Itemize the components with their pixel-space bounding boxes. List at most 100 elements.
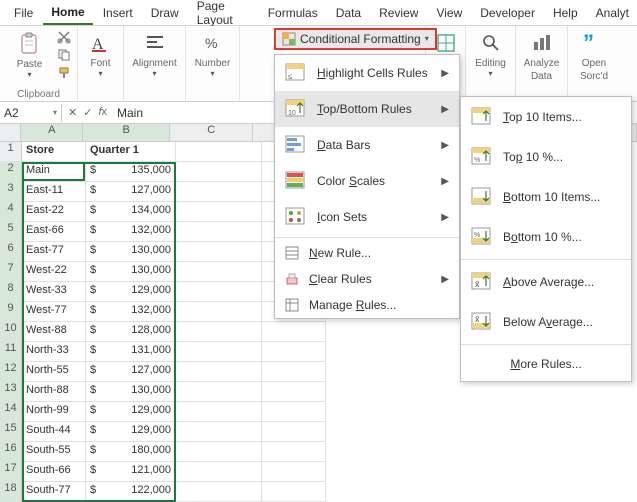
cell[interactable]: $127,000: [86, 362, 176, 382]
cell[interactable]: $132,000: [86, 302, 176, 322]
row-header[interactable]: 13: [0, 382, 22, 402]
tab-review[interactable]: Review: [371, 2, 426, 24]
tab-draw[interactable]: Draw: [143, 2, 187, 24]
cell[interactable]: [176, 442, 262, 462]
col-header-a[interactable]: A: [21, 124, 83, 141]
row-header[interactable]: 11: [0, 342, 22, 362]
cell[interactable]: $132,000: [86, 222, 176, 242]
copy-icon[interactable]: [57, 48, 71, 62]
cf-new-rule[interactable]: New Rule...: [275, 240, 459, 266]
cf-color-scales[interactable]: Color Scales ▶: [275, 163, 459, 199]
cell[interactable]: [176, 142, 262, 162]
col-header-c[interactable]: C: [170, 124, 253, 141]
cell[interactable]: West-88: [22, 322, 86, 342]
cell[interactable]: $135,000: [86, 162, 176, 182]
cf-below-average[interactable]: x̄ Below Average...: [461, 302, 631, 342]
cell[interactable]: $127,000: [86, 182, 176, 202]
cut-icon[interactable]: [57, 30, 71, 44]
row-header[interactable]: 5: [0, 222, 22, 242]
cell[interactable]: [262, 362, 326, 382]
cell[interactable]: $128,000: [86, 322, 176, 342]
row-header[interactable]: 6: [0, 242, 22, 262]
cell[interactable]: West-33: [22, 282, 86, 302]
enter-icon[interactable]: ✓: [83, 106, 92, 119]
cell[interactable]: East-77: [22, 242, 86, 262]
tab-formulas[interactable]: Formulas: [260, 2, 326, 24]
cell[interactable]: $129,000: [86, 282, 176, 302]
cell[interactable]: [176, 422, 262, 442]
cf-bottom-10-items[interactable]: Bottom 10 Items...: [461, 177, 631, 217]
cell[interactable]: $122,000: [86, 482, 176, 502]
cell[interactable]: West-77: [22, 302, 86, 322]
cf-top-10-items[interactable]: Top 10 Items...: [461, 97, 631, 137]
cell[interactable]: $130,000: [86, 242, 176, 262]
cf-manage-rules[interactable]: Manage Rules...: [275, 292, 459, 318]
number-button[interactable]: % Number ▾: [190, 30, 236, 78]
cf-bottom-10-percent[interactable]: % Bottom 10 %...: [461, 217, 631, 257]
cell[interactable]: [176, 302, 262, 322]
cancel-icon[interactable]: ✕: [68, 106, 77, 119]
row-header[interactable]: 12: [0, 362, 22, 382]
paste-button[interactable]: Paste ▾: [7, 31, 53, 79]
cell[interactable]: [176, 202, 262, 222]
tab-help[interactable]: Help: [545, 2, 586, 24]
row-header[interactable]: 9: [0, 302, 22, 322]
row-header[interactable]: 1: [0, 142, 22, 162]
cell[interactable]: [176, 242, 262, 262]
cell[interactable]: [176, 482, 262, 502]
cell[interactable]: $129,000: [86, 422, 176, 442]
col-header-b[interactable]: B: [83, 124, 170, 141]
cell[interactable]: [262, 342, 326, 362]
cell[interactable]: [176, 402, 262, 422]
cf-data-bars[interactable]: Data Bars ▶: [275, 127, 459, 163]
cf-clear-rules[interactable]: Clear Rules ▶: [275, 266, 459, 292]
cell[interactable]: $134,000: [86, 202, 176, 222]
cell[interactable]: North-55: [22, 362, 86, 382]
cell[interactable]: [262, 442, 326, 462]
cell[interactable]: [262, 482, 326, 502]
cell[interactable]: Quarter 1: [86, 142, 176, 162]
cell[interactable]: $130,000: [86, 262, 176, 282]
format-painter-icon[interactable]: [57, 66, 71, 80]
cell[interactable]: [176, 282, 262, 302]
cell[interactable]: [176, 182, 262, 202]
cf-icon-sets[interactable]: Icon Sets ▶: [275, 199, 459, 235]
cell[interactable]: [262, 382, 326, 402]
cell[interactable]: North-33: [22, 342, 86, 362]
tab-data[interactable]: Data: [328, 2, 369, 24]
sorcd-button[interactable]: ” Open Sorc'd: [571, 30, 617, 82]
tab-analytics[interactable]: Analyt: [588, 2, 637, 24]
row-header[interactable]: 16: [0, 442, 22, 462]
cell[interactable]: $129,000: [86, 402, 176, 422]
conditional-formatting-button[interactable]: Conditional Formatting ▾: [274, 28, 437, 50]
cell[interactable]: [176, 322, 262, 342]
cf-top-bottom-rules[interactable]: 10 Top/Bottom Rules ▶: [275, 91, 459, 127]
row-header[interactable]: 10: [0, 322, 22, 342]
tab-file[interactable]: File: [6, 2, 41, 24]
cell[interactable]: [262, 322, 326, 342]
row-header[interactable]: 15: [0, 422, 22, 442]
cf-more-rules[interactable]: More Rules...: [461, 347, 631, 381]
font-button[interactable]: A Font ▾: [78, 30, 124, 78]
namebox[interactable]: A2 ▾: [0, 104, 62, 122]
cf-above-average[interactable]: x̄ Above Average...: [461, 262, 631, 302]
row-header[interactable]: 2: [0, 162, 22, 182]
cell[interactable]: North-88: [22, 382, 86, 402]
cf-highlight-rules[interactable]: ≤ Highlight Cells Rules ▶: [275, 55, 459, 91]
cell[interactable]: East-22: [22, 202, 86, 222]
tab-view[interactable]: View: [428, 2, 470, 24]
cell[interactable]: [176, 262, 262, 282]
cell[interactable]: East-11: [22, 182, 86, 202]
cell[interactable]: [262, 422, 326, 442]
cell[interactable]: [262, 402, 326, 422]
row-header[interactable]: 7: [0, 262, 22, 282]
cell[interactable]: [176, 362, 262, 382]
cell[interactable]: South-66: [22, 462, 86, 482]
analyze-data-button[interactable]: Analyze Data: [519, 30, 565, 82]
cell[interactable]: [176, 342, 262, 362]
cell[interactable]: South-55: [22, 442, 86, 462]
row-header[interactable]: 14: [0, 402, 22, 422]
cell[interactable]: [262, 462, 326, 482]
cell[interactable]: [176, 382, 262, 402]
select-all[interactable]: [0, 124, 21, 141]
